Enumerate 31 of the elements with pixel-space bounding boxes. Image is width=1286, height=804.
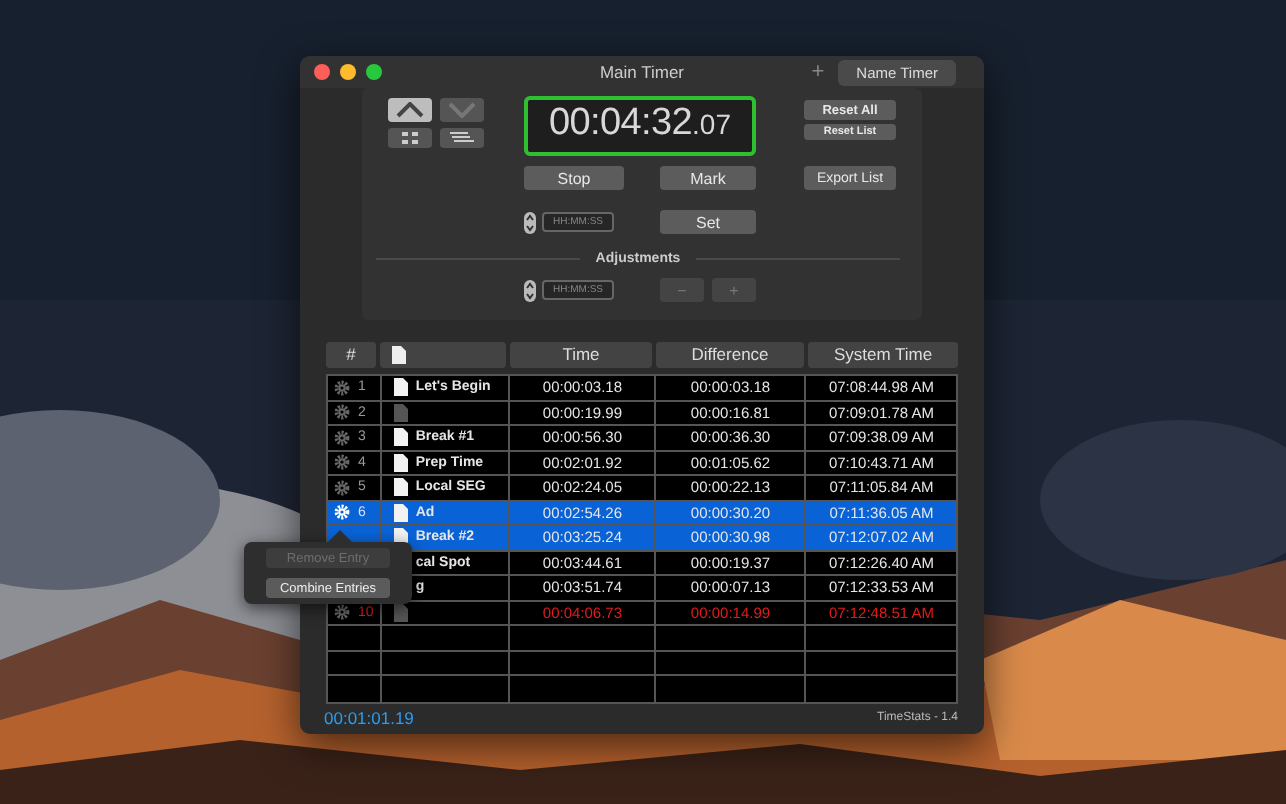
elapsed-time: 00:01:01.19 [324, 708, 414, 729]
gear-icon[interactable] [334, 604, 350, 621]
column-header[interactable] [380, 341, 506, 369]
grid-icon [402, 132, 418, 145]
column-header[interactable]: System Time [808, 341, 958, 369]
empty-row[interactable] [328, 651, 956, 677]
add-timer-button[interactable]: + [811, 61, 825, 84]
timer-display: 00:04:32.07 [524, 96, 756, 157]
document-icon [392, 345, 406, 364]
grid-view-button[interactable] [388, 128, 432, 149]
up-arrow-button[interactable] [388, 98, 432, 123]
stop-button[interactable]: Stop [524, 166, 624, 191]
set-button[interactable]: Set [660, 210, 756, 235]
column-header[interactable]: # [326, 341, 376, 369]
column-header[interactable]: Time [510, 341, 652, 369]
gear-icon[interactable] [334, 479, 350, 496]
zoom-icon[interactable] [366, 64, 382, 81]
gear-icon[interactable] [334, 454, 350, 471]
stepper-icon[interactable] [524, 211, 536, 234]
stepper-icon[interactable] [524, 279, 536, 302]
column-header[interactable]: Difference [656, 341, 804, 369]
gear-icon[interactable] [334, 429, 350, 446]
list-view-button[interactable] [440, 128, 484, 149]
empty-row[interactable] [328, 626, 956, 652]
close-icon[interactable] [314, 64, 330, 81]
list-icon [450, 132, 474, 145]
window-title: Main Timer [599, 62, 685, 83]
mark-button[interactable]: Mark [660, 166, 756, 191]
gear-icon[interactable] [334, 379, 350, 396]
gear-icon[interactable] [334, 404, 350, 421]
minimize-icon[interactable] [340, 64, 356, 81]
